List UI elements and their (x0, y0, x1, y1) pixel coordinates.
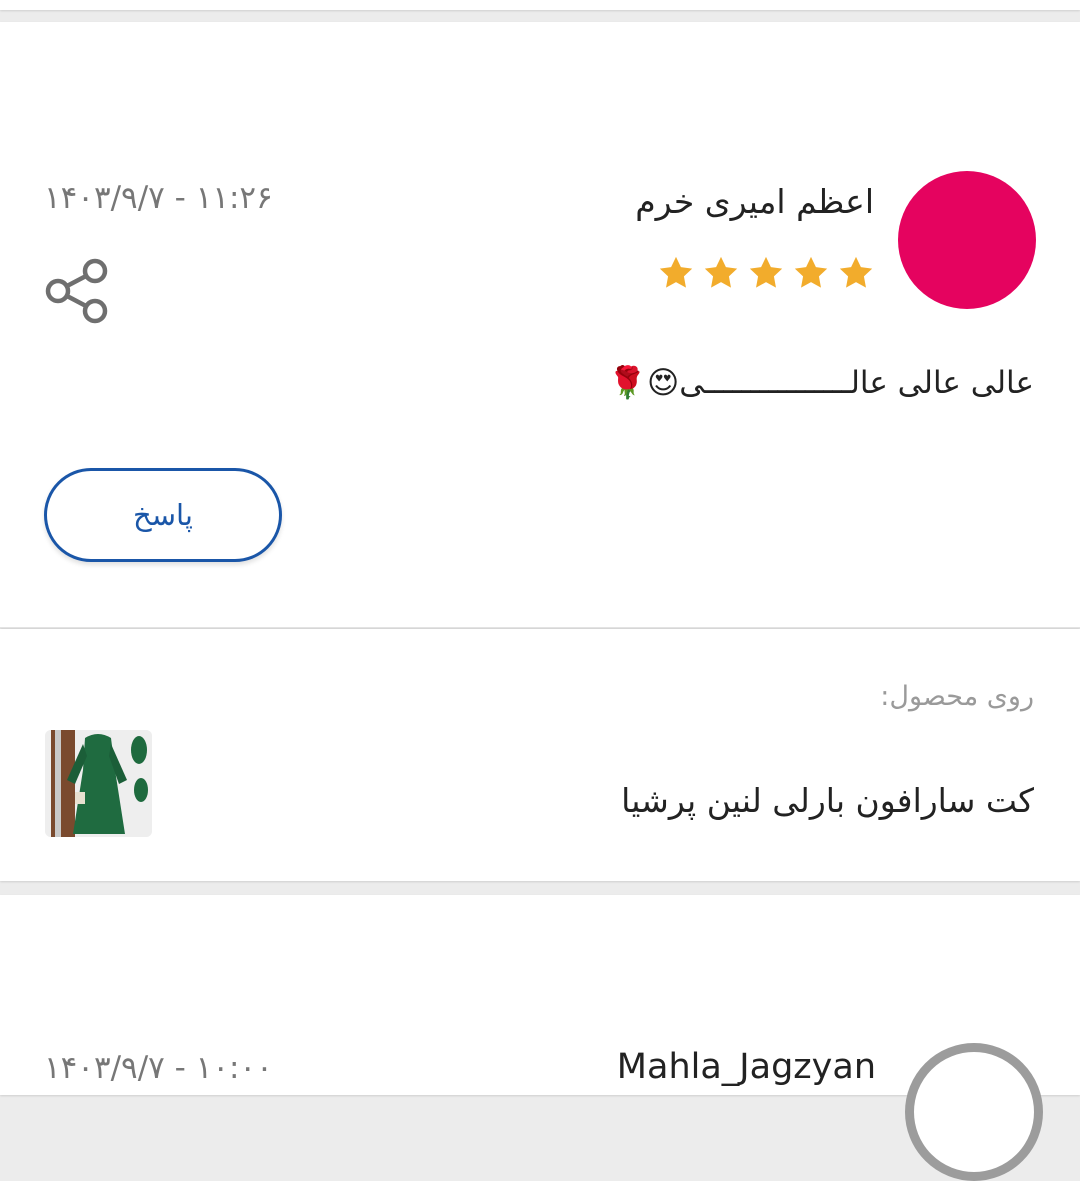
product-thumbnail[interactable] (45, 730, 152, 837)
reply-button[interactable]: پاسخ (44, 468, 282, 562)
previous-review-card (0, 0, 1080, 10)
next-review-card: Mahla_Jagzyan ۱۴۰۳/۹/۷ - ۱۰:۰۰ (0, 895, 1080, 1181)
star-icon (704, 256, 738, 288)
on-product-label: روی محصول: (880, 681, 1034, 712)
product-card[interactable]: روی محصول: کت سارافون بارلی لنین پرشیا (0, 629, 1080, 881)
star-icon (749, 256, 783, 288)
rating-stars (657, 254, 875, 292)
reviewer-name: اعظم امیری خرم (635, 182, 874, 221)
review-date: ۱۴۰۳/۹/۷ - ۱۰:۰۰ (44, 1050, 273, 1086)
reviewer-name: Mahla_Jagzyan (616, 1047, 876, 1087)
review-card: اعظم امیری خرم ۱۴۰۳/۹/۷ - ۱۱:۲۶ عالی عال… (0, 22, 1080, 628)
star-icon (839, 256, 873, 288)
share-icon[interactable] (44, 258, 110, 324)
review-date: ۱۴۰۳/۹/۷ - ۱۱:۲۶ (44, 180, 273, 216)
reviewer-avatar[interactable] (898, 171, 1036, 309)
product-name[interactable]: کت سارافون بارلی لنین پرشیا (621, 781, 1034, 820)
star-icon (659, 256, 693, 288)
reviewer-avatar[interactable] (905, 1043, 1043, 1181)
dress-image (45, 730, 152, 837)
star-icon (794, 256, 828, 288)
review-comment: عالی عالی عالــــــــــــــــی😍🌹 (608, 365, 1034, 401)
